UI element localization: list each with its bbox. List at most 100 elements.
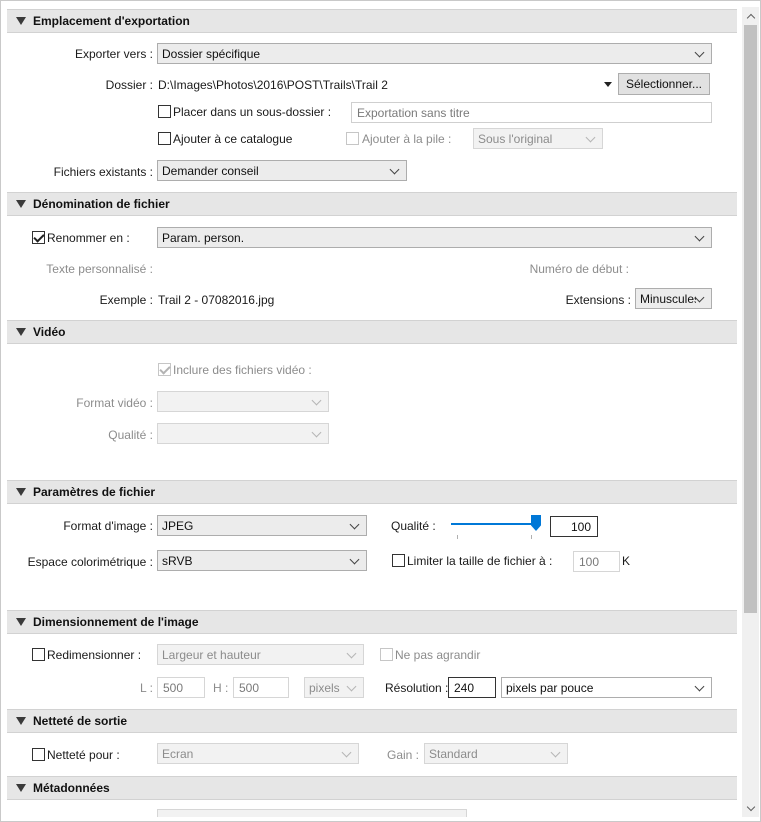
- add-to-catalog-checkbox[interactable]: [158, 132, 171, 145]
- chevron-down-icon: [349, 519, 360, 529]
- example-label: Exemple :: [99, 293, 153, 307]
- folder-path: D:\Images\Photos\2016\POST\Trails\Trail …: [158, 78, 388, 92]
- export-to-value: Dossier spécifique: [162, 46, 261, 61]
- quality-slider-thumb[interactable]: [531, 515, 541, 531]
- section-header-video[interactable]: Vidéo: [7, 320, 737, 344]
- resolution-label: Résolution :: [385, 681, 449, 695]
- no-enlarge-checkbox[interactable]: [380, 648, 393, 661]
- chevron-down-icon: [341, 747, 352, 757]
- slider-tick: [457, 535, 458, 539]
- image-format-value: JPEG: [162, 518, 194, 533]
- resize-label: Redimensionner :: [47, 648, 142, 662]
- add-to-catalog-label: Ajouter à ce catalogue: [173, 132, 293, 146]
- folder-label: Dossier :: [105, 78, 153, 92]
- chevron-down-icon: [694, 681, 705, 691]
- start-number-label: Numéro de début :: [529, 262, 629, 276]
- stack-position-select[interactable]: Sous l'original: [473, 128, 603, 149]
- rename-template-select[interactable]: Param. person.: [157, 227, 712, 248]
- image-format-label: Format d'image :: [63, 519, 153, 533]
- limit-size-checkbox[interactable]: [392, 554, 405, 567]
- example-filename: Trail 2 - 07082016.jpg: [158, 293, 275, 307]
- chevron-down-icon: [311, 395, 322, 405]
- export-dialog: Emplacement d'exportation Exporter vers …: [0, 0, 761, 822]
- subfolder-label: Placer dans un sous-dossier :: [173, 105, 332, 119]
- collapse-triangle-icon: [16, 488, 26, 496]
- export-to-label: Exporter vers :: [74, 47, 153, 61]
- existing-files-label: Fichiers existants :: [53, 165, 153, 179]
- gain-value: Standard: [429, 746, 478, 761]
- chevron-down-icon: [550, 747, 561, 757]
- vertical-scrollbar[interactable]: [742, 7, 759, 817]
- chevron-down-icon: [389, 164, 400, 174]
- section-title: Métadonnées: [33, 781, 110, 795]
- chevron-down-icon: [311, 427, 322, 437]
- section-header-sizing[interactable]: Dimensionnement de l'image: [7, 610, 737, 634]
- limit-size-input[interactable]: 100: [573, 551, 620, 572]
- section-title: Emplacement d'exportation: [33, 14, 190, 28]
- resolution-input[interactable]: 240: [448, 677, 496, 698]
- height-input[interactable]: 500: [233, 677, 289, 698]
- section-header-sharpening[interactable]: Netteté de sortie: [7, 709, 737, 733]
- export-to-select[interactable]: Dossier spécifique: [157, 43, 712, 64]
- chevron-down-icon: [346, 681, 357, 691]
- sharpen-checkbox[interactable]: [32, 748, 45, 761]
- section-header-naming[interactable]: Dénomination de fichier: [7, 192, 737, 216]
- width-input[interactable]: 500: [157, 677, 205, 698]
- quality-input[interactable]: 100: [550, 516, 598, 537]
- resolution-unit-select[interactable]: pixels par pouce: [501, 677, 712, 698]
- resolution-unit-value: pixels par pouce: [506, 680, 594, 695]
- collapse-triangle-icon: [16, 717, 26, 725]
- collapse-triangle-icon: [16, 200, 26, 208]
- existing-files-select[interactable]: Demander conseil: [157, 160, 407, 181]
- quality-slider-fill: [451, 523, 536, 525]
- extensions-value: Minuscules: [640, 291, 696, 306]
- section-header-location[interactable]: Emplacement d'exportation: [7, 9, 737, 33]
- existing-files-value: Demander conseil: [162, 163, 259, 178]
- section-title: Paramètres de fichier: [33, 485, 156, 499]
- resize-mode-select[interactable]: Largeur et hauteur: [157, 644, 364, 665]
- no-enlarge-label: Ne pas agrandir: [395, 648, 481, 662]
- scrollbar-thumb[interactable]: [744, 25, 757, 613]
- subfolder-checkbox[interactable]: [158, 105, 171, 118]
- extensions-select[interactable]: Minuscules: [635, 288, 712, 309]
- sharpen-target-select[interactable]: Ecran: [157, 743, 359, 764]
- custom-text-label: Texte personnalisé :: [46, 262, 153, 276]
- include-video-label: Inclure des fichiers vidéo :: [173, 363, 312, 377]
- section-header-file-settings[interactable]: Paramètres de fichier: [7, 480, 737, 504]
- color-space-value: sRVB: [162, 553, 193, 568]
- folder-history-dropdown-icon[interactable]: [604, 82, 612, 87]
- section-header-metadata[interactable]: Métadonnées: [7, 776, 737, 800]
- rename-template-value: Param. person.: [162, 230, 245, 245]
- limit-size-label: Limiter la taille de fichier à :: [407, 554, 553, 568]
- stack-position-value: Sous l'original: [478, 131, 553, 146]
- add-to-stack-label: Ajouter à la pile :: [362, 132, 452, 146]
- width-label: L :: [140, 681, 153, 695]
- video-format-select[interactable]: [157, 391, 329, 412]
- include-video-checkbox[interactable]: [158, 363, 171, 376]
- video-quality-select[interactable]: [157, 423, 329, 444]
- scroll-up-arrow-icon[interactable]: [742, 7, 759, 24]
- rename-checkbox[interactable]: [32, 231, 45, 244]
- video-format-label: Format vidéo :: [76, 396, 153, 410]
- section-title: Dénomination de fichier: [33, 197, 170, 211]
- settings-panel: Emplacement d'exportation Exporter vers …: [7, 7, 737, 817]
- select-folder-button[interactable]: Sélectionner...: [618, 73, 710, 95]
- collapse-triangle-icon: [16, 618, 26, 626]
- resize-checkbox[interactable]: [32, 648, 45, 661]
- quality-label: Qualité :: [391, 519, 436, 533]
- section-title: Dimensionnement de l'image: [33, 615, 199, 629]
- chevron-down-icon: [346, 648, 357, 658]
- size-unit-select[interactable]: pixels: [304, 677, 364, 698]
- color-space-select[interactable]: sRVB: [157, 550, 367, 571]
- rename-label: Renommer en :: [47, 231, 130, 245]
- gain-select[interactable]: Standard: [424, 743, 568, 764]
- sharpen-target-value: Ecran: [162, 746, 194, 761]
- section-title: Vidéo: [33, 325, 66, 339]
- sharpen-label: Netteté pour :: [47, 748, 120, 762]
- limit-size-unit: K: [622, 554, 631, 568]
- add-to-stack-checkbox[interactable]: [346, 132, 359, 145]
- scroll-down-arrow-icon[interactable]: [742, 800, 759, 817]
- metadata-select[interactable]: [157, 809, 467, 817]
- image-format-select[interactable]: JPEG: [157, 515, 367, 536]
- subfolder-input[interactable]: Exportation sans titre: [351, 102, 712, 123]
